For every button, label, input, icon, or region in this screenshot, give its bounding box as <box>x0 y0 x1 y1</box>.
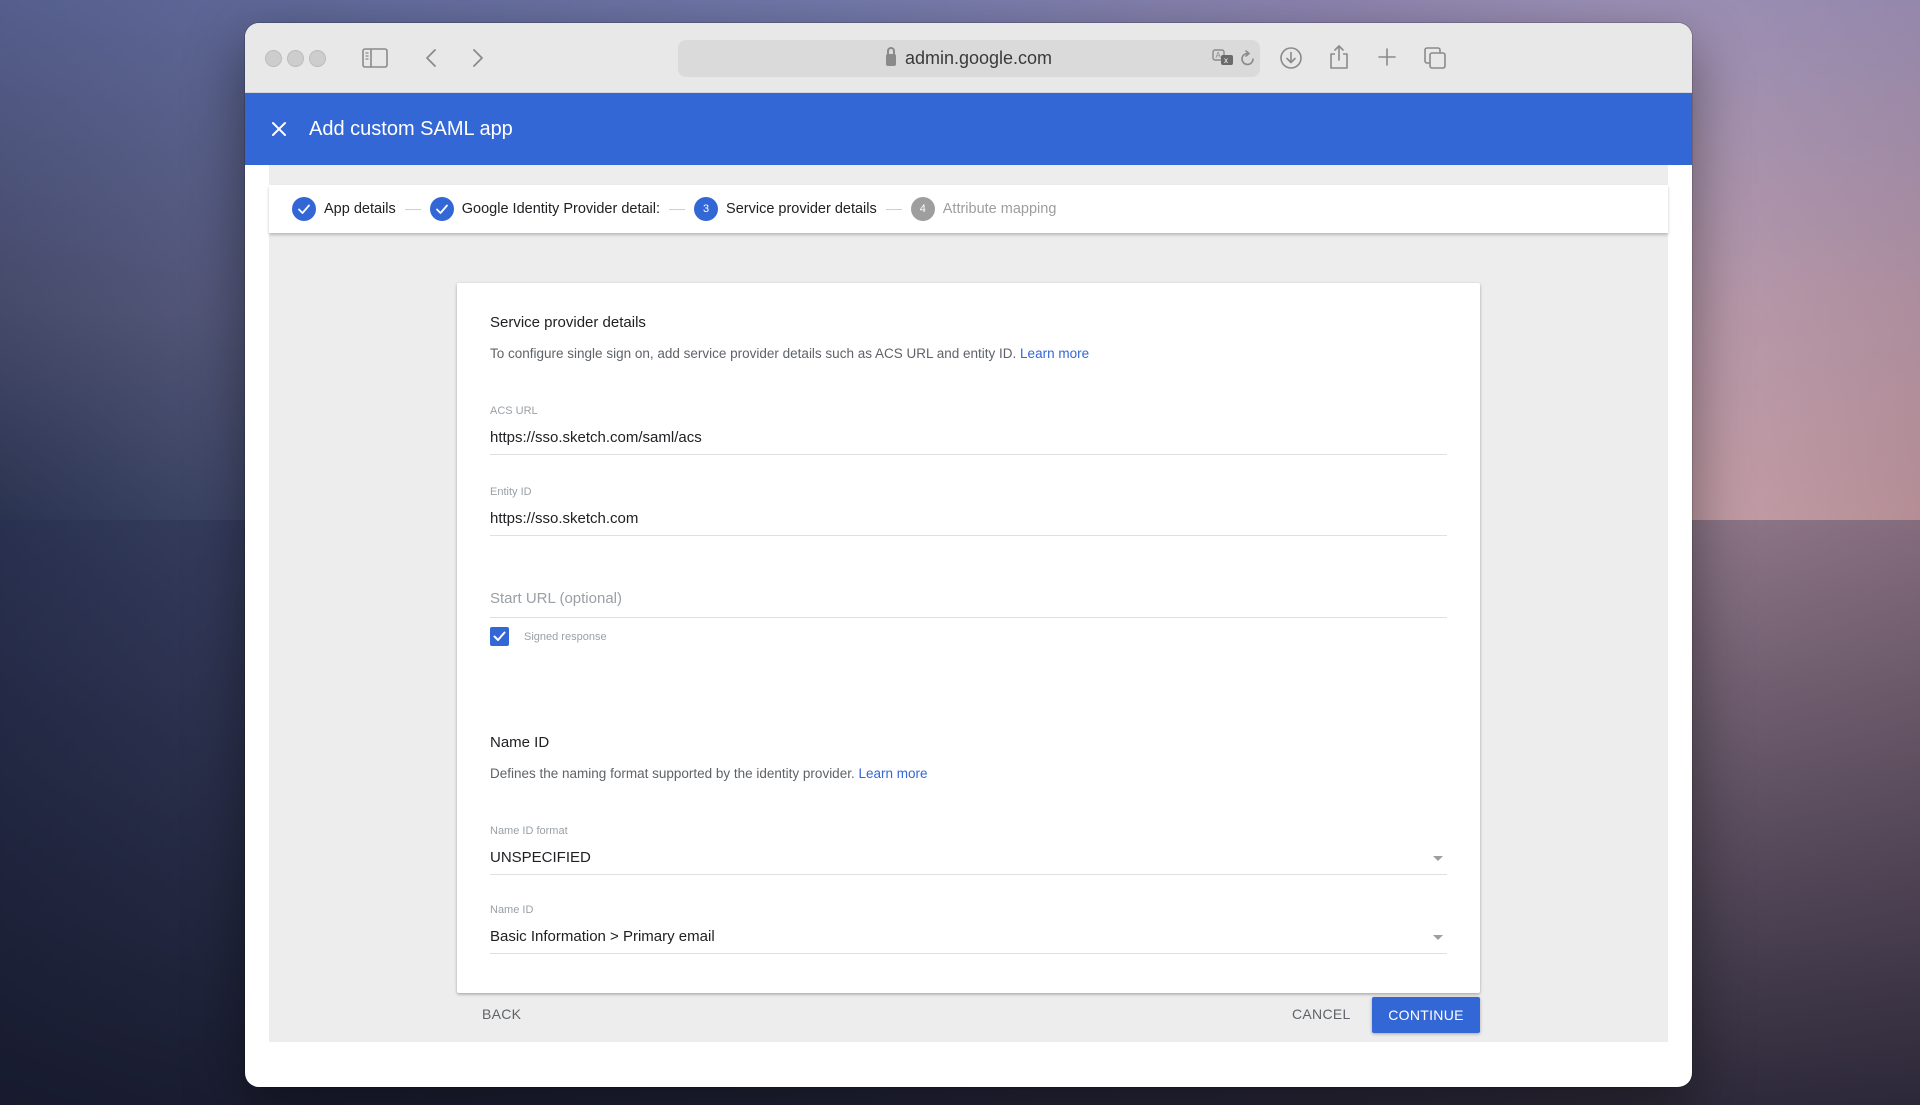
section-title: Name ID <box>490 734 550 751</box>
browser-window: admin.google.com Ax Add custom SAML app <box>245 23 1692 1087</box>
name-id-label: Name ID <box>490 904 534 916</box>
check-icon <box>493 631 506 641</box>
name-id-format-value[interactable]: UNSPECIFIED <box>490 848 1447 868</box>
signed-response-row[interactable]: Signed response <box>490 627 607 646</box>
step-google-idp-details[interactable]: Google Identity Provider detail: <box>429 197 661 221</box>
entity-id-field[interactable]: Entity ID https://sso.sketch.com <box>490 486 1447 536</box>
check-icon <box>429 197 454 221</box>
name-id-value[interactable]: Basic Information > Primary email <box>490 927 1447 947</box>
acs-url-input[interactable]: https://sso.sketch.com/saml/acs <box>490 428 1447 448</box>
close-window-button[interactable] <box>265 50 282 67</box>
step-label: App details <box>324 201 396 217</box>
new-tab-icon[interactable] <box>1376 46 1398 68</box>
download-icon[interactable] <box>1278 45 1304 71</box>
step-attribute-mapping: 4 Attribute mapping <box>910 197 1057 221</box>
acs-url-label: ACS URL <box>490 405 538 417</box>
share-icon[interactable] <box>1327 43 1351 71</box>
translate-icon[interactable]: Ax <box>1211 47 1237 71</box>
dropdown-arrow-icon[interactable] <box>1433 935 1443 940</box>
name-id-format-label: Name ID format <box>490 825 568 837</box>
step-label: Google Identity Provider detail: <box>461 201 661 217</box>
browser-toolbar: admin.google.com Ax <box>245 23 1692 93</box>
close-icon <box>272 122 286 136</box>
signed-response-checkbox[interactable] <box>490 627 509 646</box>
entity-id-input[interactable]: https://sso.sketch.com <box>490 509 1447 529</box>
step-separator <box>669 208 686 210</box>
section-description: To configure single sign on, add service… <box>490 346 1090 361</box>
minimize-window-button[interactable] <box>287 50 304 67</box>
name-id-format-select[interactable]: Name ID format UNSPECIFIED <box>490 825 1447 875</box>
cancel-button[interactable]: CANCEL <box>1292 1006 1351 1022</box>
back-button[interactable]: BACK <box>482 1006 521 1022</box>
address-bar[interactable]: admin.google.com Ax <box>678 40 1260 77</box>
close-dialog-button[interactable] <box>265 115 293 143</box>
step-separator <box>404 208 421 210</box>
reload-icon[interactable] <box>1238 49 1258 69</box>
step-number: 4 <box>910 197 935 221</box>
learn-more-link[interactable]: Learn more <box>1020 346 1089 361</box>
page-title: Add custom SAML app <box>309 118 513 140</box>
section-description: Defines the naming format supported by t… <box>490 766 928 781</box>
step-label: Attribute mapping <box>942 201 1057 217</box>
step-separator <box>885 208 902 210</box>
check-icon <box>292 197 316 221</box>
entity-id-label: Entity ID <box>490 486 532 498</box>
svg-text:x: x <box>1224 56 1228 65</box>
name-id-select[interactable]: Name ID Basic Information > Primary emai… <box>490 904 1447 954</box>
page-header: Add custom SAML app <box>245 93 1692 165</box>
section-title: Service provider details <box>490 314 646 331</box>
forward-icon[interactable] <box>468 47 488 69</box>
lock-icon <box>885 46 896 66</box>
start-url-field[interactable]: Start URL (optional) <box>490 589 1447 618</box>
service-provider-form: Service provider details To configure si… <box>457 283 1480 993</box>
acs-url-field[interactable]: ACS URL https://sso.sketch.com/saml/acs <box>490 405 1447 455</box>
tabs-overview-icon[interactable] <box>1422 45 1448 71</box>
dropdown-arrow-icon[interactable] <box>1433 856 1443 861</box>
step-service-provider-details[interactable]: 3 Service provider details <box>694 197 877 221</box>
learn-more-link[interactable]: Learn more <box>858 766 927 781</box>
sidebar-icon[interactable] <box>361 46 389 70</box>
start-url-input[interactable]: Start URL (optional) <box>490 589 1447 609</box>
step-label: Service provider details <box>726 201 877 217</box>
svg-text:A: A <box>1216 51 1222 60</box>
signed-response-label: Signed response <box>524 630 607 643</box>
back-icon[interactable] <box>421 47 441 69</box>
zoom-window-button[interactable] <box>309 50 326 67</box>
step-app-details[interactable]: App details <box>292 197 396 221</box>
stepper: App details Google Identity Provider det… <box>269 185 1668 233</box>
continue-button[interactable]: CONTINUE <box>1372 997 1480 1033</box>
step-number: 3 <box>694 197 719 221</box>
address-text: admin.google.com <box>904 48 1053 68</box>
